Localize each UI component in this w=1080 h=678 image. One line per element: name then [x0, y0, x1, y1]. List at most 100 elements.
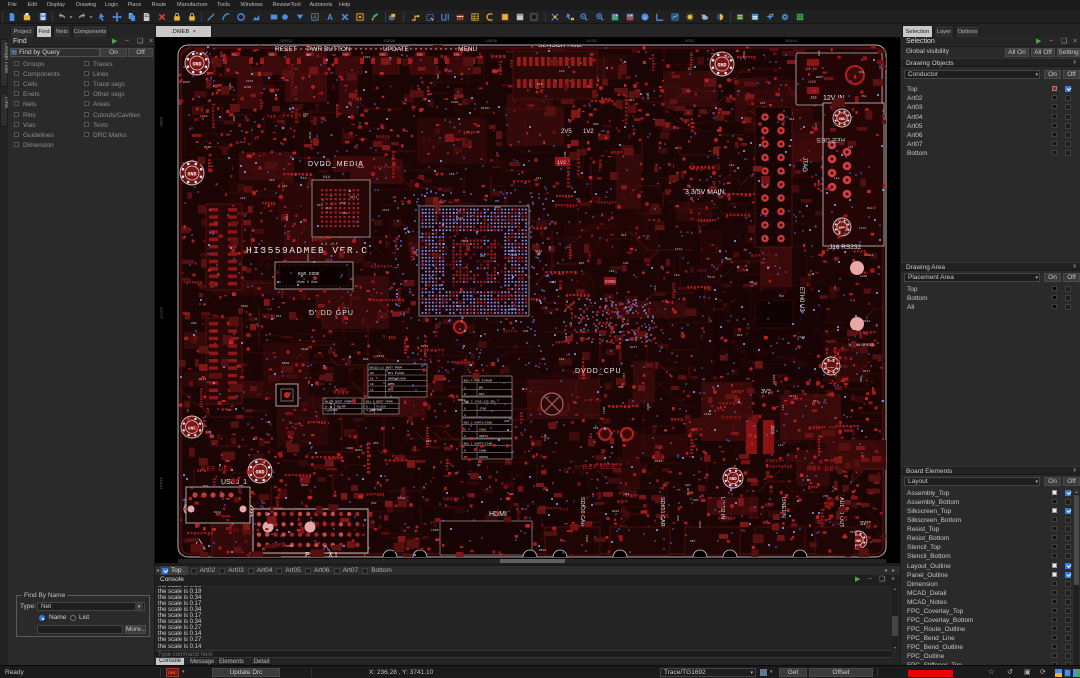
svg-text:U20: U20	[685, 484, 691, 487]
svg-text:JTAG: JTAG	[479, 407, 486, 410]
svg-text:C324: C324	[798, 336, 805, 339]
svg-text:C149: C149	[549, 281, 556, 284]
svg-text:SW2.2 UART1/CAN1: SW2.2 UART1/CAN1	[464, 421, 493, 425]
svg-text:12V0: 12V0	[808, 80, 816, 84]
svg-text:C87: C87	[779, 295, 785, 298]
svg-text:J10: J10	[325, 207, 331, 210]
svg-text:C171: C171	[675, 248, 682, 251]
svg-text:R28: R28	[737, 334, 743, 337]
svg-text:C240: C240	[647, 93, 650, 100]
svg-text:R153: R153	[481, 107, 488, 110]
svg-text:R28: R28	[818, 50, 821, 56]
svg-text:R214: R214	[421, 345, 428, 348]
svg-text:C172: C172	[246, 80, 253, 83]
svg-text:1V2: 1V2	[583, 129, 594, 135]
svg-text:D14: D14	[789, 118, 795, 121]
svg-text:R165: R165	[204, 146, 211, 149]
svg-text:U53: U53	[373, 442, 379, 445]
svg-text:AUDIO OUT: AUDIO OUT	[838, 497, 844, 528]
svg-text:U30: U30	[191, 322, 197, 325]
svg-text:GND: GND	[417, 53, 423, 56]
svg-text:R177: R177	[863, 370, 870, 373]
svg-text:C216: C216	[544, 434, 547, 441]
svg-text:C216: C216	[456, 217, 463, 220]
svg-text:REF DES: REF DES	[583, 465, 616, 471]
svg-text:L10: L10	[301, 177, 307, 180]
svg-text:DVDD_MEDIA: DVDD_MEDIA	[308, 161, 364, 168]
svg-text:14998: 14998	[383, 40, 396, 44]
svg-text:C18: C18	[674, 274, 680, 277]
svg-text:SW2.4 PWR STARUP: SW2.4 PWR STARUP	[464, 380, 493, 383]
svg-text:C64: C64	[848, 146, 854, 149]
svg-text:D14: D14	[621, 234, 627, 237]
svg-text:UPDATE: UPDATE	[383, 46, 410, 53]
svg-text:R214: R214	[377, 355, 384, 358]
svg-text:GND: GND	[192, 62, 201, 68]
svg-text:A: A	[313, 14, 318, 21]
svg-text:00: 00	[370, 372, 374, 375]
svg-text:R214: R214	[612, 510, 619, 513]
svg-text:ETH0 U3: ETH0 U3	[798, 287, 804, 312]
svg-text:R307: R307	[183, 81, 190, 84]
svg-text:C233: C233	[509, 308, 516, 311]
svg-text:REF DES: REF DES	[807, 467, 840, 473]
svg-text:R67: R67	[579, 262, 585, 265]
svg-text:DVDD: DVDD	[605, 279, 616, 285]
svg-text:R90: R90	[437, 73, 440, 79]
svg-text:C171: C171	[655, 460, 662, 463]
svg-text:1 AS3UP: 1 AS3UP	[325, 409, 338, 412]
svg-text:Q8: Q8	[303, 115, 307, 118]
svg-text:D14: D14	[859, 71, 865, 74]
svg-text:UFS: UFS	[388, 389, 394, 392]
svg-text:U53: U53	[618, 386, 624, 389]
svg-text:C18: C18	[559, 70, 565, 73]
svg-text:C87: C87	[760, 102, 766, 105]
svg-text:C233: C233	[773, 375, 776, 382]
svg-text:R214: R214	[863, 320, 870, 323]
svg-text:C233: C233	[860, 275, 867, 278]
svg-text:C240: C240	[510, 254, 517, 257]
svg-text:R481: R481	[586, 535, 589, 542]
svg-text:SW2.3 JTAG_125_SEL: SW2.3 JTAG_125_SEL	[464, 401, 497, 404]
svg-text:9032: 9032	[685, 40, 695, 44]
svg-text:C104: C104	[398, 497, 405, 500]
svg-text:U53: U53	[203, 485, 209, 488]
svg-text:11024: 11024	[158, 477, 162, 490]
svg-text:GND: GND	[855, 540, 863, 544]
svg-text:R481: R481	[241, 305, 248, 308]
svg-text:R177: R177	[350, 196, 357, 199]
svg-text:C199: C199	[451, 101, 458, 104]
svg-text:C171: C171	[789, 395, 796, 398]
svg-text:JTAG: JTAG	[801, 157, 807, 172]
svg-text:C18: C18	[269, 179, 275, 182]
svg-text:C64: C64	[861, 95, 867, 98]
svg-text:C88: C88	[346, 447, 352, 450]
svg-text:GND: GND	[269, 53, 275, 56]
svg-text:R90: R90	[860, 376, 863, 382]
svg-text:C104: C104	[357, 166, 364, 169]
svg-text:U57: U57	[623, 372, 626, 378]
svg-text:UART0: UART0	[479, 456, 488, 459]
svg-text:GND: GND	[454, 53, 460, 56]
svg-text:C88: C88	[564, 151, 567, 157]
svg-text:C18: C18	[729, 164, 735, 167]
svg-text:C18: C18	[184, 499, 187, 505]
svg-text:SW2.1 UARTS/CAN0: SW2.1 UARTS/CAN0	[464, 442, 493, 446]
svg-text:D11: D11	[629, 99, 635, 102]
svg-text:C413: C413	[461, 316, 464, 323]
svg-text:AS/MP: AS/MP	[337, 405, 346, 409]
svg-text:UART1: UART1	[479, 435, 488, 438]
svg-text:U20: U20	[426, 440, 432, 443]
svg-text:R67: R67	[690, 540, 696, 543]
svg-text:C87: C87	[282, 185, 288, 188]
svg-text:3V3: 3V3	[769, 425, 775, 434]
svg-text:R214: R214	[355, 449, 362, 452]
svg-text:U30: U30	[693, 499, 699, 502]
svg-text:R533: R533	[539, 549, 546, 552]
svg-text:D14: D14	[342, 212, 348, 215]
svg-text:GND: GND	[255, 470, 264, 476]
svg-text:C18: C18	[559, 358, 565, 361]
svg-text:U53: U53	[330, 399, 333, 405]
svg-text:11: 11	[370, 389, 374, 392]
svg-text:C149: C149	[704, 413, 711, 416]
